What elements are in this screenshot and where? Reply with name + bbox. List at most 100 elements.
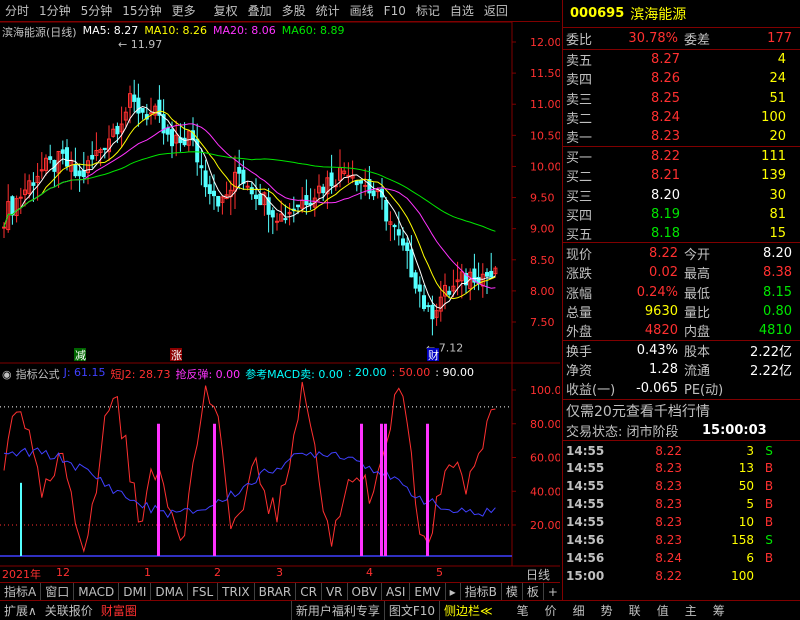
toolbar-item[interactable]: 1分钟 bbox=[34, 0, 76, 22]
toolbar-item[interactable]: 更多 bbox=[167, 0, 201, 22]
book-price: 8.26 bbox=[651, 71, 680, 87]
indicator-tab[interactable]: 窗口 bbox=[41, 582, 75, 601]
indicator-tab[interactable]: DMA bbox=[151, 582, 189, 601]
book-volume: 139 bbox=[761, 168, 786, 184]
indicator-tab[interactable]: EMV bbox=[410, 582, 446, 601]
indicator-tick-label: 80.00 bbox=[530, 418, 560, 431]
candle-body bbox=[426, 305, 431, 308]
promo-banner[interactable]: 仅需20元查看千档行情 bbox=[562, 401, 800, 420]
status-right-item[interactable]: 细 bbox=[565, 601, 593, 620]
rise-badge-text: 涨 bbox=[171, 349, 182, 362]
candle-body bbox=[212, 190, 216, 197]
indicator-tab[interactable]: FSL bbox=[188, 582, 219, 601]
sells-row[interactable]: 卖五 8.27 4 bbox=[562, 50, 800, 69]
toolbar-item[interactable]: 统计 bbox=[311, 0, 345, 22]
toolbar-item[interactable]: 画线 bbox=[345, 0, 379, 22]
indicator-tab[interactable]: TRIX bbox=[218, 582, 255, 601]
status-right-item[interactable]: 价 bbox=[537, 601, 565, 620]
book-volume: 4 bbox=[777, 52, 786, 67]
toolbar-item[interactable]: 自选 bbox=[445, 0, 479, 22]
price-tick-label: 11.50 bbox=[530, 67, 560, 80]
candle-body bbox=[384, 199, 389, 222]
toolbar-item[interactable]: 15分钟 bbox=[117, 0, 166, 22]
rebound-spike bbox=[213, 423, 216, 556]
trade-side: B bbox=[764, 550, 774, 565]
candle-body bbox=[10, 196, 15, 216]
indicator-tab[interactable]: + bbox=[544, 582, 563, 601]
sells-row[interactable]: 卖三 8.25 51 bbox=[562, 89, 800, 108]
indicator-tab[interactable]: 板 bbox=[523, 582, 544, 601]
indicator-tab[interactable]: 指标B bbox=[461, 582, 502, 601]
toolbar-item[interactable]: 复权 bbox=[209, 0, 243, 22]
indicator-tab[interactable]: 模 bbox=[502, 582, 523, 601]
status-right-item[interactable]: 势 bbox=[593, 601, 621, 620]
book-volume: 20 bbox=[769, 129, 786, 145]
candle-body bbox=[237, 167, 242, 174]
j-line bbox=[3, 447, 496, 519]
buys-row[interactable]: 买三 8.20 30 bbox=[562, 186, 800, 205]
status-right-item[interactable]: 联 bbox=[621, 601, 649, 620]
toolbar-item[interactable]: F10 bbox=[379, 0, 411, 22]
candle-body bbox=[354, 180, 359, 186]
status-right-item[interactable]: 笔 bbox=[509, 601, 537, 620]
period-label: 日线 bbox=[526, 568, 551, 582]
book-price: 8.23 bbox=[651, 129, 680, 145]
book-price: 8.19 bbox=[651, 206, 680, 222]
status-right-item[interactable]: 主 bbox=[677, 601, 705, 620]
indicator-tab[interactable]: 指标A bbox=[0, 582, 42, 601]
trade-price: 8.22 bbox=[655, 568, 682, 583]
trade-row: 14:55 8.23 10 B bbox=[562, 514, 800, 531]
kline-chart[interactable]: 12.00 11.50 11.00 10.50 10.00 9.50 9.00 8.50 8.0… bbox=[0, 22, 560, 582]
wei-bi-label: 委比 bbox=[566, 33, 593, 48]
book-price: 8.24 bbox=[651, 109, 680, 125]
buys-row[interactable]: 买五 8.18 15 bbox=[562, 224, 800, 243]
toolbar-item[interactable]: 返回 bbox=[479, 0, 513, 22]
status-right-item[interactable]: 值 bbox=[649, 601, 677, 620]
wei-bi-row: 委比 30.78% 委差 177 bbox=[562, 29, 800, 48]
quote-value: 8.22 bbox=[649, 246, 678, 261]
indicator-tab[interactable]: ▸ bbox=[446, 582, 461, 601]
status-left-item[interactable]: 财富圈 bbox=[97, 601, 141, 620]
quote-value: 2.22亿 bbox=[750, 364, 792, 379]
indicator-tab[interactable]: OBV bbox=[348, 582, 383, 601]
indicator-tab[interactable]: MACD bbox=[74, 582, 120, 601]
indicator-tab[interactable]: ASI bbox=[382, 582, 411, 601]
toolbar-item[interactable]: 叠加 bbox=[243, 0, 277, 22]
quote-label: 换手 bbox=[566, 345, 593, 360]
sells-row[interactable]: 卖四 8.26 24 bbox=[562, 69, 800, 88]
indicator-settings-icon[interactable]: ◉ bbox=[2, 368, 12, 381]
toolbar-item[interactable]: 分时 bbox=[0, 0, 34, 22]
status-middle-item[interactable]: 图文F10 bbox=[383, 600, 439, 620]
price-tick-label: 8.50 bbox=[530, 254, 555, 267]
status-middle-item[interactable]: 侧边栏≪ bbox=[439, 600, 497, 620]
toolbar-item[interactable]: 标记 bbox=[411, 0, 445, 22]
candle-body bbox=[422, 295, 426, 309]
quote-label: 总量 bbox=[566, 305, 593, 321]
sells-row[interactable]: 卖二 8.24 100 bbox=[562, 108, 800, 127]
status-middle-item[interactable]: 新用户福利专享 bbox=[290, 600, 384, 620]
indicator-tab[interactable]: CR bbox=[296, 582, 322, 601]
indicator-tab[interactable]: VR bbox=[322, 582, 348, 601]
book-label: 买二 bbox=[566, 170, 593, 186]
sells-row[interactable]: 卖一 8.23 20 bbox=[562, 127, 800, 146]
status-left-item[interactable]: 扩展∧ bbox=[0, 601, 41, 620]
indicator-tab[interactable]: BRAR bbox=[255, 582, 297, 601]
book-label: 买三 bbox=[566, 189, 593, 205]
stock-name[interactable]: 滨海能源 bbox=[630, 4, 686, 24]
toolbar-item[interactable]: 多股 bbox=[277, 0, 311, 22]
candle-body bbox=[283, 218, 288, 221]
status-right-item[interactable]: 筹 bbox=[705, 601, 733, 620]
buys-row[interactable]: 买二 8.21 139 bbox=[562, 166, 800, 185]
status-left-item[interactable]: 关联报价 bbox=[41, 601, 97, 620]
trade-volume: 13 bbox=[738, 461, 754, 476]
buys-row[interactable]: 买四 8.19 81 bbox=[562, 205, 800, 224]
indicator-tab[interactable]: DMI bbox=[119, 582, 152, 601]
candle-body bbox=[409, 249, 414, 278]
candle-body bbox=[396, 229, 401, 236]
toolbar-item[interactable]: 5分钟 bbox=[76, 0, 118, 22]
trade-side: S bbox=[765, 443, 773, 458]
buys-row[interactable]: 买一 8.22 111 bbox=[562, 147, 800, 166]
candle-body bbox=[182, 137, 187, 146]
x-axis-label: 3 bbox=[276, 566, 283, 579]
candle-body bbox=[329, 172, 334, 187]
